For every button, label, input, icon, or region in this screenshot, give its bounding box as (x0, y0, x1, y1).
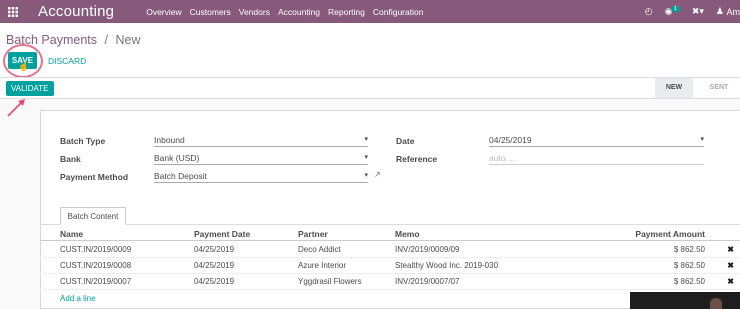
delete-row-icon[interactable]: ✖ (727, 277, 734, 286)
control-panel: Batch Payments / New SAVE DISCARD (0, 23, 740, 77)
menu-item-customers[interactable]: Customers (190, 7, 231, 17)
delete-row-icon[interactable]: ✖ (727, 245, 734, 254)
column-memo[interactable]: Memo (395, 229, 420, 239)
app-title[interactable]: Accounting (38, 3, 114, 20)
row-payment-date: 04/25/2019 (194, 277, 235, 286)
row-memo: INV/2019/0007/07 (395, 277, 460, 286)
menu-item-reporting[interactable]: Reporting (328, 7, 365, 17)
messages-badge: 1 (670, 5, 680, 12)
batch-type-select[interactable]: Inbound ▾ (154, 135, 368, 147)
batch-type-label: Batch Type (60, 136, 106, 146)
row-memo: INV/2019/0009/09 (395, 245, 460, 254)
menu-item-accounting[interactable]: Accounting (278, 7, 320, 17)
user-icon: ♟ (715, 6, 724, 16)
delete-row-icon[interactable]: ✖ (727, 261, 734, 270)
activity-clock-icon[interactable]: ◴ (645, 6, 653, 17)
row-payment-date: 04/25/2019 (194, 245, 235, 254)
user-name: Am (726, 6, 740, 17)
row-partner: Yggdrasil Flowers (298, 277, 362, 286)
payment-method-value: Batch Deposit (154, 171, 207, 181)
status-bar: VALIDATE NEW SENT (0, 77, 740, 99)
tab-batch-content[interactable]: Batch Content (60, 207, 126, 225)
bank-label: Bank (60, 154, 81, 164)
reference-label: Reference (396, 154, 438, 164)
presenter-face (710, 298, 722, 309)
video-overlay (630, 292, 740, 309)
chevron-down-icon: ▾ (700, 136, 704, 143)
chevron-down-icon: ▾ (364, 154, 368, 161)
row-amount: $ 862.50 (673, 277, 705, 286)
column-payment-date[interactable]: Payment Date (194, 229, 250, 239)
apps-grid-icon[interactable] (4, 0, 22, 23)
column-payment-amount[interactable]: Payment Amount (635, 229, 705, 239)
debug-tools-icon[interactable]: ✖▾ (692, 6, 704, 17)
menu-item-vendors[interactable]: Vendors (239, 7, 270, 17)
stage-sent[interactable]: SENT (698, 78, 740, 98)
menu-item-configuration[interactable]: Configuration (373, 7, 424, 17)
tab-divider (40, 224, 740, 225)
row-payment-date: 04/25/2019 (194, 261, 235, 270)
messages-icon[interactable]: ◉ 1 (665, 5, 680, 17)
discard-button[interactable]: DISCARD (48, 56, 86, 66)
reference-input[interactable]: auto ... (489, 153, 704, 165)
validate-button[interactable]: VALIDATE (6, 81, 54, 96)
table-header: Name Payment Date Partner Memo Payment A… (40, 227, 740, 241)
bank-select[interactable]: Bank (USD) ▾ (154, 153, 368, 165)
row-amount: $ 862.50 (673, 261, 705, 270)
navbar-systray: ◴ ◉ 1 ✖▾ ♟ Am (633, 0, 740, 23)
row-memo: Stealthy Wood Inc. 2019-030 (395, 261, 499, 270)
payment-method-select[interactable]: Batch Deposit ▾ (154, 171, 368, 183)
main-menu: Overview Customers Vendors Accounting Re… (146, 7, 431, 17)
column-name[interactable]: Name (60, 229, 83, 239)
date-label: Date (396, 136, 415, 146)
table-row[interactable]: CUST.IN/2019/0007 04/25/2019 Yggdrasil F… (40, 275, 740, 290)
row-amount: $ 862.50 (673, 245, 705, 254)
bank-value: Bank (USD) (154, 153, 200, 163)
row-name: CUST.IN/2019/0008 (60, 261, 132, 270)
stage-new[interactable]: NEW (655, 78, 693, 98)
chevron-down-icon: ▾ (364, 136, 368, 143)
date-field[interactable]: 04/25/2019 ▾ (489, 135, 704, 147)
breadcrumb-separator: / (104, 33, 108, 47)
payment-method-label: Payment Method (60, 172, 129, 182)
column-partner[interactable]: Partner (298, 229, 328, 239)
mouse-cursor-icon: ☝ (18, 61, 30, 71)
table-row[interactable]: CUST.IN/2019/0009 04/25/2019 Deco Addict… (40, 243, 740, 258)
row-partner: Azure Interior (298, 261, 347, 270)
reference-placeholder: auto ... (489, 153, 515, 163)
menu-item-overview[interactable]: Overview (146, 7, 181, 17)
top-navbar: Accounting Overview Customers Vendors Ac… (0, 0, 740, 23)
row-name: CUST.IN/2019/0007 (60, 277, 132, 286)
batch-type-value: Inbound (154, 135, 185, 145)
pointer-arrow-icon (7, 99, 25, 117)
add-line-link[interactable]: Add a line (60, 294, 96, 303)
user-menu[interactable]: ♟ Am (716, 6, 740, 17)
breadcrumb-current: New (115, 33, 141, 47)
chevron-down-icon: ▾ (364, 172, 368, 179)
row-partner: Deco Addict (298, 245, 341, 254)
table-row[interactable]: CUST.IN/2019/0008 04/25/2019 Azure Inter… (40, 259, 740, 274)
row-name: CUST.IN/2019/0009 (60, 245, 132, 254)
external-link-icon[interactable]: ↗ (374, 170, 381, 179)
date-value: 04/25/2019 (489, 135, 532, 145)
